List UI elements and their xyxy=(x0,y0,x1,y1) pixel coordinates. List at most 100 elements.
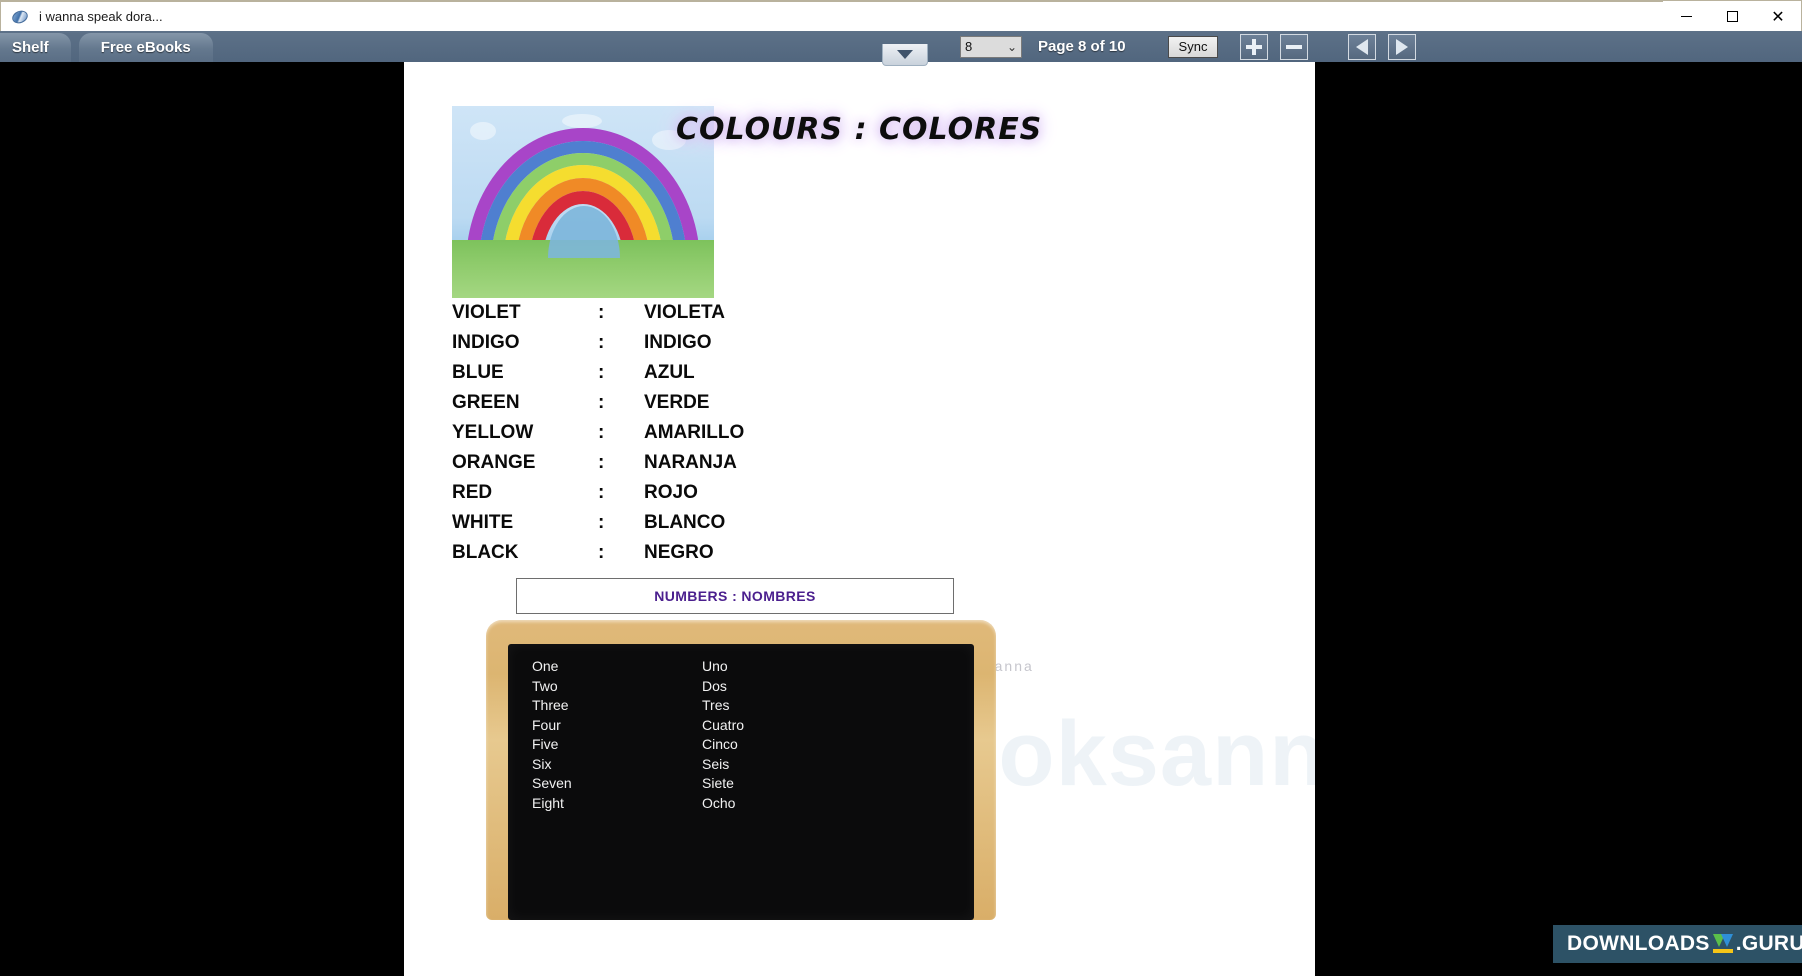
zoom-in-button[interactable] xyxy=(1240,33,1269,60)
colour-es: AMARILLO xyxy=(644,422,745,443)
number-es: Tres xyxy=(702,697,730,713)
number-en: Seven xyxy=(532,775,572,791)
sync-button[interactable]: Sync xyxy=(1167,35,1219,58)
reader-viewport[interactable]: downloaded from booksanna booksanna.com … xyxy=(0,62,1802,976)
blackboard-frame: One Uno Two Dos Three Tres Four Cuatro F… xyxy=(486,620,996,920)
colour-separator: : xyxy=(598,332,605,353)
blackboard-surface: One Uno Two Dos Three Tres Four Cuatro F… xyxy=(508,644,974,920)
page-indicator: Page 8 of 10 xyxy=(1038,38,1126,55)
table-row: WHITE : BLANCO xyxy=(452,512,864,542)
number-en: One xyxy=(532,658,559,674)
colour-separator: : xyxy=(598,512,605,533)
tab-free-ebooks-label: Free eBooks xyxy=(100,39,191,56)
numbers-title: NUMBERS : NOMBRES xyxy=(654,588,816,604)
list-item: Four Cuatro xyxy=(532,717,964,737)
table-row: GREEN : VERDE xyxy=(452,392,864,422)
page-title: COLOURS : COLORES xyxy=(676,112,1043,147)
colours-table: VIOLET : VIOLETA INDIGO : INDIGO BLUE : … xyxy=(452,302,864,572)
table-row: YELLOW : AMARILLO xyxy=(452,422,864,452)
list-item: Eight Ocho xyxy=(532,795,964,815)
application-window: i wanna speak dora... ✕ Shelf Free eBook… xyxy=(0,0,1802,976)
previous-page-button[interactable] xyxy=(1348,33,1377,60)
window-controls: ✕ xyxy=(1663,1,1801,32)
minus-icon xyxy=(1286,39,1303,55)
number-es: Seis xyxy=(702,755,730,772)
list-item: Six Seis xyxy=(532,756,964,776)
badge-text-right: .GURU xyxy=(1735,932,1802,955)
book-page: downloaded from booksanna booksanna.com … xyxy=(404,62,1315,976)
tab-shelf-label: Shelf xyxy=(12,39,49,56)
colour-separator: : xyxy=(598,422,605,443)
page-select-value: 8 xyxy=(965,39,973,54)
colour-es: NEGRO xyxy=(644,542,714,563)
list-item: Five Cinco xyxy=(532,736,964,756)
colour-en: GREEN xyxy=(452,392,520,413)
table-row: INDIGO : INDIGO xyxy=(452,332,864,362)
number-en: Four xyxy=(532,716,561,733)
next-page-button[interactable] xyxy=(1388,33,1417,60)
maximize-icon xyxy=(1726,11,1738,22)
table-row: BLUE : AZUL xyxy=(452,362,864,392)
number-es: Cuatro xyxy=(702,716,745,733)
colour-separator: : xyxy=(598,362,605,383)
table-row: BLACK : NEGRO xyxy=(452,542,864,572)
number-en: Three xyxy=(532,697,569,713)
zoom-out-button[interactable] xyxy=(1280,33,1309,60)
close-icon: ✕ xyxy=(1771,6,1785,26)
colour-en: YELLOW xyxy=(452,422,534,443)
colour-en: WHITE xyxy=(452,512,514,533)
list-item: Seven Siete xyxy=(532,775,964,795)
colour-es: ROJO xyxy=(644,482,698,503)
colour-es: BLANCO xyxy=(644,512,726,533)
number-es: Uno xyxy=(702,658,728,674)
tab-shelf[interactable]: Shelf xyxy=(0,33,71,62)
table-row: VIOLET : VIOLETA xyxy=(452,302,864,332)
tab-free-ebooks[interactable]: Free eBooks xyxy=(78,33,213,62)
colour-en: VIOLET xyxy=(452,302,521,323)
table-row: RED : ROJO xyxy=(452,482,864,512)
rainbow-artwork xyxy=(452,106,714,298)
triangle-left-icon xyxy=(1356,38,1369,55)
download-arrow-icon xyxy=(1712,934,1734,954)
number-en: Six xyxy=(532,755,552,772)
list-item: Two Dos xyxy=(532,678,964,698)
close-button[interactable]: ✕ xyxy=(1755,1,1801,32)
colour-es: VIOLETA xyxy=(644,302,725,323)
maximize-button[interactable] xyxy=(1709,1,1755,32)
table-row: ORANGE : NARANJA xyxy=(452,452,864,482)
triangle-right-icon xyxy=(1396,38,1409,55)
page-select[interactable]: 8 ⌄ xyxy=(960,35,1022,58)
colour-en: BLACK xyxy=(452,542,519,563)
title-bar: i wanna speak dora... ✕ xyxy=(0,0,1802,32)
collapse-toolbar-button[interactable] xyxy=(882,44,928,66)
number-es: Ocho xyxy=(702,794,736,811)
number-es: Siete xyxy=(702,775,734,791)
colour-separator: : xyxy=(598,302,605,323)
number-en: Two xyxy=(532,677,558,694)
chevron-down-icon xyxy=(897,50,913,59)
list-item: One Uno xyxy=(532,658,964,678)
colour-en: ORANGE xyxy=(452,452,536,473)
minimize-button[interactable] xyxy=(1663,1,1709,32)
sync-button-label: Sync xyxy=(1178,39,1208,54)
colour-separator: : xyxy=(598,542,605,563)
plus-icon xyxy=(1246,38,1263,55)
colour-es: NARANJA xyxy=(644,452,737,473)
badge-text-left: DOWNLOADS xyxy=(1567,932,1710,955)
reader-controls: 8 ⌄ Page 8 of 10 Sync xyxy=(960,31,1417,62)
list-item: Three Tres xyxy=(532,697,964,717)
colour-separator: : xyxy=(598,392,605,413)
number-en: Five xyxy=(532,736,559,752)
colour-en: BLUE xyxy=(452,362,504,383)
colour-es: AZUL xyxy=(644,362,695,383)
numbers-table: One Uno Two Dos Three Tres Four Cuatro F… xyxy=(532,658,964,814)
colour-en: RED xyxy=(452,482,493,503)
colour-separator: : xyxy=(598,452,605,473)
window-title: i wanna speak dora... xyxy=(39,9,163,24)
colour-es: INDIGO xyxy=(644,332,712,353)
number-es: Dos xyxy=(702,677,727,694)
numbers-title-box: NUMBERS : NOMBRES xyxy=(516,578,954,614)
colour-es: VERDE xyxy=(644,392,710,413)
colour-en: INDIGO xyxy=(452,332,520,353)
number-es: Cinco xyxy=(702,736,738,752)
